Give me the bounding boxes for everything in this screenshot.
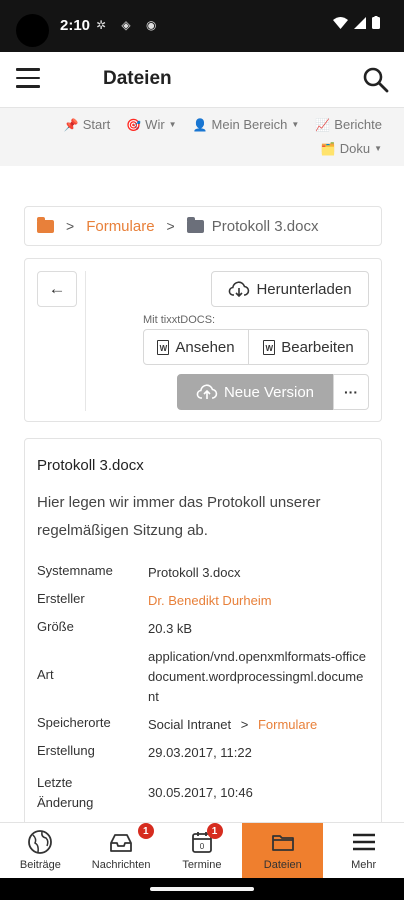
word-doc-icon: W xyxy=(157,339,170,355)
detail-key: Ersteller xyxy=(37,591,85,606)
search-icon[interactable] xyxy=(362,66,390,94)
breadcrumb: > Formulare > Protokoll 3.docx xyxy=(24,206,382,246)
divider xyxy=(85,271,86,411)
chevron-right-icon: > xyxy=(240,717,249,732)
gesture-bar xyxy=(0,878,404,900)
menu-icon xyxy=(352,833,375,851)
status-time: 2:10 xyxy=(60,17,91,34)
main-content: > Formulare > Protokoll 3.docx ← Herunte… xyxy=(0,166,404,822)
tab-label: Beiträge xyxy=(19,859,61,871)
view-label: Ansehen xyxy=(175,338,235,356)
camera-cutout xyxy=(16,14,49,47)
location-folder-link[interactable]: Formulare xyxy=(258,717,317,732)
word-doc-icon: W xyxy=(263,339,276,355)
detail-key: Art xyxy=(37,667,54,682)
detail-key: Systemname xyxy=(37,563,113,578)
system-icons xyxy=(333,16,380,29)
tab-label: Nachrichten xyxy=(91,859,151,871)
pin-icon: 📌 xyxy=(63,117,79,132)
new-version-label: Neue Version xyxy=(223,383,315,401)
hamburger-menu-icon[interactable] xyxy=(16,68,40,90)
notification-badge: 1 xyxy=(206,823,223,839)
status-notification-icons: ✲ ◈ ◉ xyxy=(96,18,163,32)
nav-item-wir[interactable]: 🎯 Wir ▼ xyxy=(126,117,176,132)
download-label: Herunterladen xyxy=(256,280,352,298)
more-options-button[interactable]: ··· xyxy=(333,374,369,410)
creator-link[interactable]: Dr. Benedikt Durheim xyxy=(148,591,370,611)
signal-icon xyxy=(354,16,366,29)
nav-item-mein-bereich[interactable]: 👤 Mein Bereich ▼ xyxy=(193,117,300,132)
arrow-left-icon: ← xyxy=(48,279,66,298)
cloud-upload-icon xyxy=(196,384,218,399)
detail-value: Protokoll 3.docx xyxy=(148,565,241,580)
battery-icon xyxy=(372,16,380,29)
nav-label: Wir xyxy=(145,117,165,132)
back-button[interactable]: ← xyxy=(37,271,77,307)
detail-value-location: Social Intranet > Formulare xyxy=(148,715,370,735)
tixxtdocs-label: Mit tixxtDOCS: xyxy=(143,314,216,326)
tab-mehr[interactable]: Mehr xyxy=(323,823,404,878)
chart-icon: 📈 xyxy=(315,117,331,132)
home-indicator[interactable] xyxy=(150,887,254,891)
caret-down-icon: ▼ xyxy=(168,120,177,129)
chevron-right-icon: > xyxy=(166,218,175,234)
caret-down-icon: ▼ xyxy=(291,120,300,129)
globe-icon xyxy=(28,830,53,854)
caret-down-icon: ▼ xyxy=(374,144,382,153)
detail-key: Erstellung xyxy=(37,743,95,758)
folder-icon xyxy=(186,216,204,233)
detail-key: Letzte Änderung xyxy=(37,775,94,810)
file-title: Protokoll 3.docx xyxy=(37,457,144,474)
location-root: Social Intranet xyxy=(148,717,232,732)
target-icon: 🎯 xyxy=(126,117,142,132)
edit-button[interactable]: W Bearbeiten xyxy=(248,329,369,365)
svg-text:0: 0 xyxy=(200,842,205,851)
notification-badge: 1 xyxy=(137,823,154,839)
page-title: Dateien xyxy=(103,68,172,89)
file-details-card: Protokoll 3.docx Hier legen wir immer da… xyxy=(24,438,382,822)
detail-value: 30.05.2017, 10:46 xyxy=(148,785,253,800)
ellipsis-icon: ··· xyxy=(344,384,358,400)
inbox-icon xyxy=(110,834,133,852)
nav-label: Mein Bereich xyxy=(211,117,288,132)
user-icon: 👤 xyxy=(192,117,208,132)
breadcrumb-current-file: Protokoll 3.docx xyxy=(211,217,319,235)
edit-label: Bearbeiten xyxy=(281,338,354,356)
nav-item-doku[interactable]: 🗂️ Doku ▼ xyxy=(321,141,382,156)
tab-label: Dateien xyxy=(263,859,302,871)
tab-beitraege[interactable]: Beiträge xyxy=(0,823,81,878)
folder-tabs-icon: 🗂️ xyxy=(320,141,336,156)
new-version-button[interactable]: Neue Version xyxy=(177,374,333,410)
detail-key: Größe xyxy=(37,619,74,634)
wifi-icon xyxy=(333,16,348,29)
detail-key: Speicherorte xyxy=(37,715,111,730)
folder-icon xyxy=(37,216,54,233)
file-description: Hier legen wir immer das Protokoll unser… xyxy=(37,494,321,539)
tab-label: Mehr xyxy=(351,859,377,871)
nav-label: Doku xyxy=(339,141,371,156)
nav-label: Start xyxy=(82,117,111,132)
nav-label: Berichte xyxy=(334,117,382,132)
tab-termine[interactable]: 0 1 Termine xyxy=(162,823,243,878)
app-bar: Dateien xyxy=(0,52,404,108)
detail-value: application/vnd.openxmlformats-officedoc… xyxy=(148,649,366,704)
nav-item-start[interactable]: 📌 Start xyxy=(64,117,110,132)
detail-value: 20.3 kB xyxy=(148,621,193,636)
chevron-right-icon: > xyxy=(66,218,75,234)
cloud-download-icon xyxy=(229,281,250,297)
status-bar: 2:10 ✲ ◈ ◉ xyxy=(0,0,404,52)
view-button[interactable]: W Ansehen xyxy=(143,329,249,365)
tab-nachrichten[interactable]: 1 Nachrichten xyxy=(81,823,162,878)
folder-icon xyxy=(271,835,294,851)
nav-item-berichte[interactable]: 📈 Berichte xyxy=(315,117,382,132)
file-actions-panel: ← Herunterladen Mit tixxtDOCS: W Ansehen… xyxy=(24,258,382,422)
top-navigation: 📌 Start 🎯 Wir ▼ 👤 Mein Bereich ▼ 📈 Beric… xyxy=(0,108,404,166)
tab-label: Termine xyxy=(182,859,222,871)
download-button[interactable]: Herunterladen xyxy=(211,271,369,307)
tab-dateien[interactable]: Dateien xyxy=(242,823,324,878)
detail-value: 29.03.2017, 11:22 xyxy=(148,745,252,760)
breadcrumb-folder-link[interactable]: Formulare xyxy=(86,218,154,235)
bottom-navigation: Beiträge 1 Nachrichten 0 1 Termine Datei… xyxy=(0,822,404,878)
